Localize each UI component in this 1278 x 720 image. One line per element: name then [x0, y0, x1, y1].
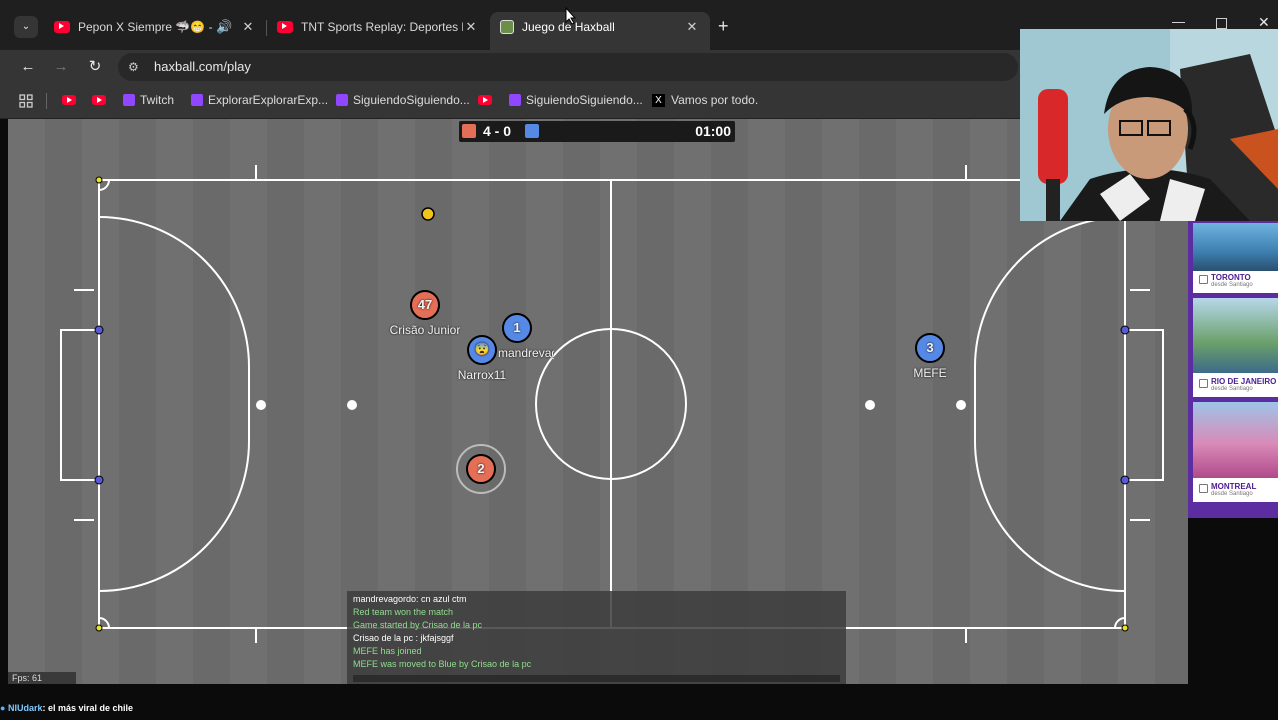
bookmark-label: Vamos por todo. — [671, 93, 759, 107]
bot-icon: ● — [0, 703, 6, 713]
ad-image — [1193, 402, 1278, 478]
bookmark-twitch-siguiendo-1[interactable]: SiguiendoSiguiendo... — [336, 93, 470, 107]
chat-panel: mandrevagordo: cn azul ctm Red team won … — [347, 591, 846, 684]
close-tab-icon[interactable]: ✕ — [684, 19, 700, 35]
building-icon — [1199, 379, 1208, 388]
building-icon — [1199, 484, 1208, 493]
close-tab-icon[interactable]: ✕ — [240, 19, 256, 35]
tab-search-button[interactable]: ⌄ — [14, 16, 38, 38]
blue-team-chip — [525, 124, 539, 138]
tab-haxball[interactable]: Juego de Haxball ✕ — [490, 12, 710, 50]
ad-image — [1193, 298, 1278, 373]
twitch-icon — [123, 94, 135, 106]
bookmark-x[interactable]: X Vamos por todo. — [652, 93, 758, 107]
webcam-overlay — [1020, 29, 1278, 221]
ball — [421, 207, 435, 221]
youtube-icon — [478, 95, 492, 105]
forward-icon[interactable]: → — [51, 58, 71, 76]
youtube-icon — [54, 21, 70, 33]
speaker-icon[interactable]: 🔊 — [216, 19, 232, 35]
player-number: 1 — [513, 320, 521, 335]
new-tab-button[interactable]: + — [718, 16, 729, 36]
address-bar[interactable]: ⚙ haxball.com/play — [118, 53, 1018, 81]
ad-card-montreal[interactable]: MONTREAL desde Santiago — [1193, 402, 1278, 502]
tab-label: Juego de Haxball — [522, 20, 615, 34]
player-name: Crisão Junior — [389, 323, 461, 337]
ticker-user: NIUdark — [7, 703, 43, 713]
ad-sub: desde Santiago — [1211, 386, 1253, 392]
chat-line: MEFE was moved to Blue by Crisao de la p… — [353, 659, 532, 669]
x-icon: X — [652, 93, 665, 107]
player-name: MEFE — [913, 366, 947, 380]
ad-city: RIO DE JANEIRO — [1211, 377, 1277, 386]
youtube-icon — [277, 21, 293, 33]
twitch-icon — [191, 94, 203, 106]
twitch-icon — [336, 94, 348, 106]
site-info-icon[interactable]: ⚙ — [128, 53, 139, 81]
chat-line: Game started by Crisao de la pc — [353, 620, 483, 630]
ticker-message: : el más viral de chile — [42, 703, 134, 713]
bookmark-twitch[interactable]: Twitch — [123, 93, 174, 107]
fps-counter: Fps: 61 — [8, 672, 76, 684]
ad-card-rio[interactable]: RIO DE JANEIRO desde Santiago — [1193, 298, 1278, 397]
bookmark-twitch-explorar[interactable]: ExplorarExplorarExp... — [191, 93, 328, 107]
mouse-cursor-icon — [565, 6, 577, 30]
apps-grid-icon[interactable] — [19, 94, 33, 108]
score: 4 - 0 — [483, 123, 512, 139]
player-number: 😨 — [474, 342, 490, 356]
back-icon[interactable]: ← — [18, 58, 38, 76]
ad-city: TORONTO — [1211, 273, 1251, 282]
bookmark-twitch-siguiendo-2[interactable]: SiguiendoSiguiendo... — [509, 93, 643, 107]
bookmark-divider — [46, 93, 47, 109]
ad-sidebar[interactable]: TORONTO desde Santiago RIO DE JANEIRO de… — [1188, 221, 1278, 518]
chat-line: MEFE has joined — [353, 646, 422, 656]
youtube-icon — [92, 95, 106, 105]
restore-button[interactable] — [1216, 18, 1227, 29]
player-number: 3 — [926, 340, 934, 355]
twitch-icon — [509, 94, 521, 106]
bookmark-youtube-1[interactable] — [62, 95, 76, 105]
scoreboard: 4 - 0 01:00 — [459, 121, 735, 142]
close-tab-icon[interactable]: ✕ — [463, 19, 479, 35]
chat-line: mandrevagordo: cn azul ctm — [353, 594, 467, 604]
red-team-chip — [462, 124, 476, 138]
bookmark-youtube-3[interactable] — [478, 95, 492, 105]
tab-label: Pepon X Siempre 🦈😁 - Ja — [78, 20, 216, 34]
minimize-button[interactable]: — — [1172, 14, 1185, 29]
tab-youtube-pepon[interactable]: Pepon X Siempre 🦈😁 - Ja 🔊 ✕ — [44, 12, 266, 42]
bookmark-label: SiguiendoSiguiendo... — [526, 93, 643, 107]
building-icon — [1199, 275, 1208, 284]
chat-line: Crisao de la pc : jkfajsggf — [353, 633, 454, 643]
ad-city: MONTREAL — [1211, 482, 1257, 491]
player-name: Narrox11 — [457, 368, 507, 382]
bookmark-label: SiguiendoSiguiendo... — [353, 93, 470, 107]
player-number: 47 — [417, 297, 433, 312]
reload-icon[interactable]: ↻ — [85, 58, 105, 76]
haxball-icon — [500, 20, 514, 34]
ad-card-toronto[interactable]: TORONTO desde Santiago — [1193, 223, 1278, 293]
bookmark-label: ExplorarExplorarExp... — [208, 93, 329, 107]
tab-tnt-sports[interactable]: TNT Sports Replay: Deportes lq ✕ — [267, 12, 489, 42]
player-number: 2 — [477, 461, 485, 476]
player-name: mandrevagordo — [498, 346, 554, 360]
chat-line: Red team won the match — [353, 607, 454, 617]
ad-sub: desde Santiago — [1211, 491, 1253, 497]
ad-image — [1193, 223, 1278, 271]
chat-input[interactable] — [353, 675, 840, 682]
ad-sub: desde Santiago — [1211, 282, 1253, 288]
bookmark-label: Twitch — [140, 93, 175, 107]
url-text: haxball.com/play — [154, 59, 251, 74]
tab-label: TNT Sports Replay: Deportes lq — [301, 20, 463, 34]
stream-ticker: ● NIUdark: el más viral de chile — [0, 703, 133, 713]
youtube-icon — [62, 95, 76, 105]
bookmark-youtube-2[interactable] — [92, 95, 106, 105]
match-time: 01:00 — [695, 123, 731, 139]
